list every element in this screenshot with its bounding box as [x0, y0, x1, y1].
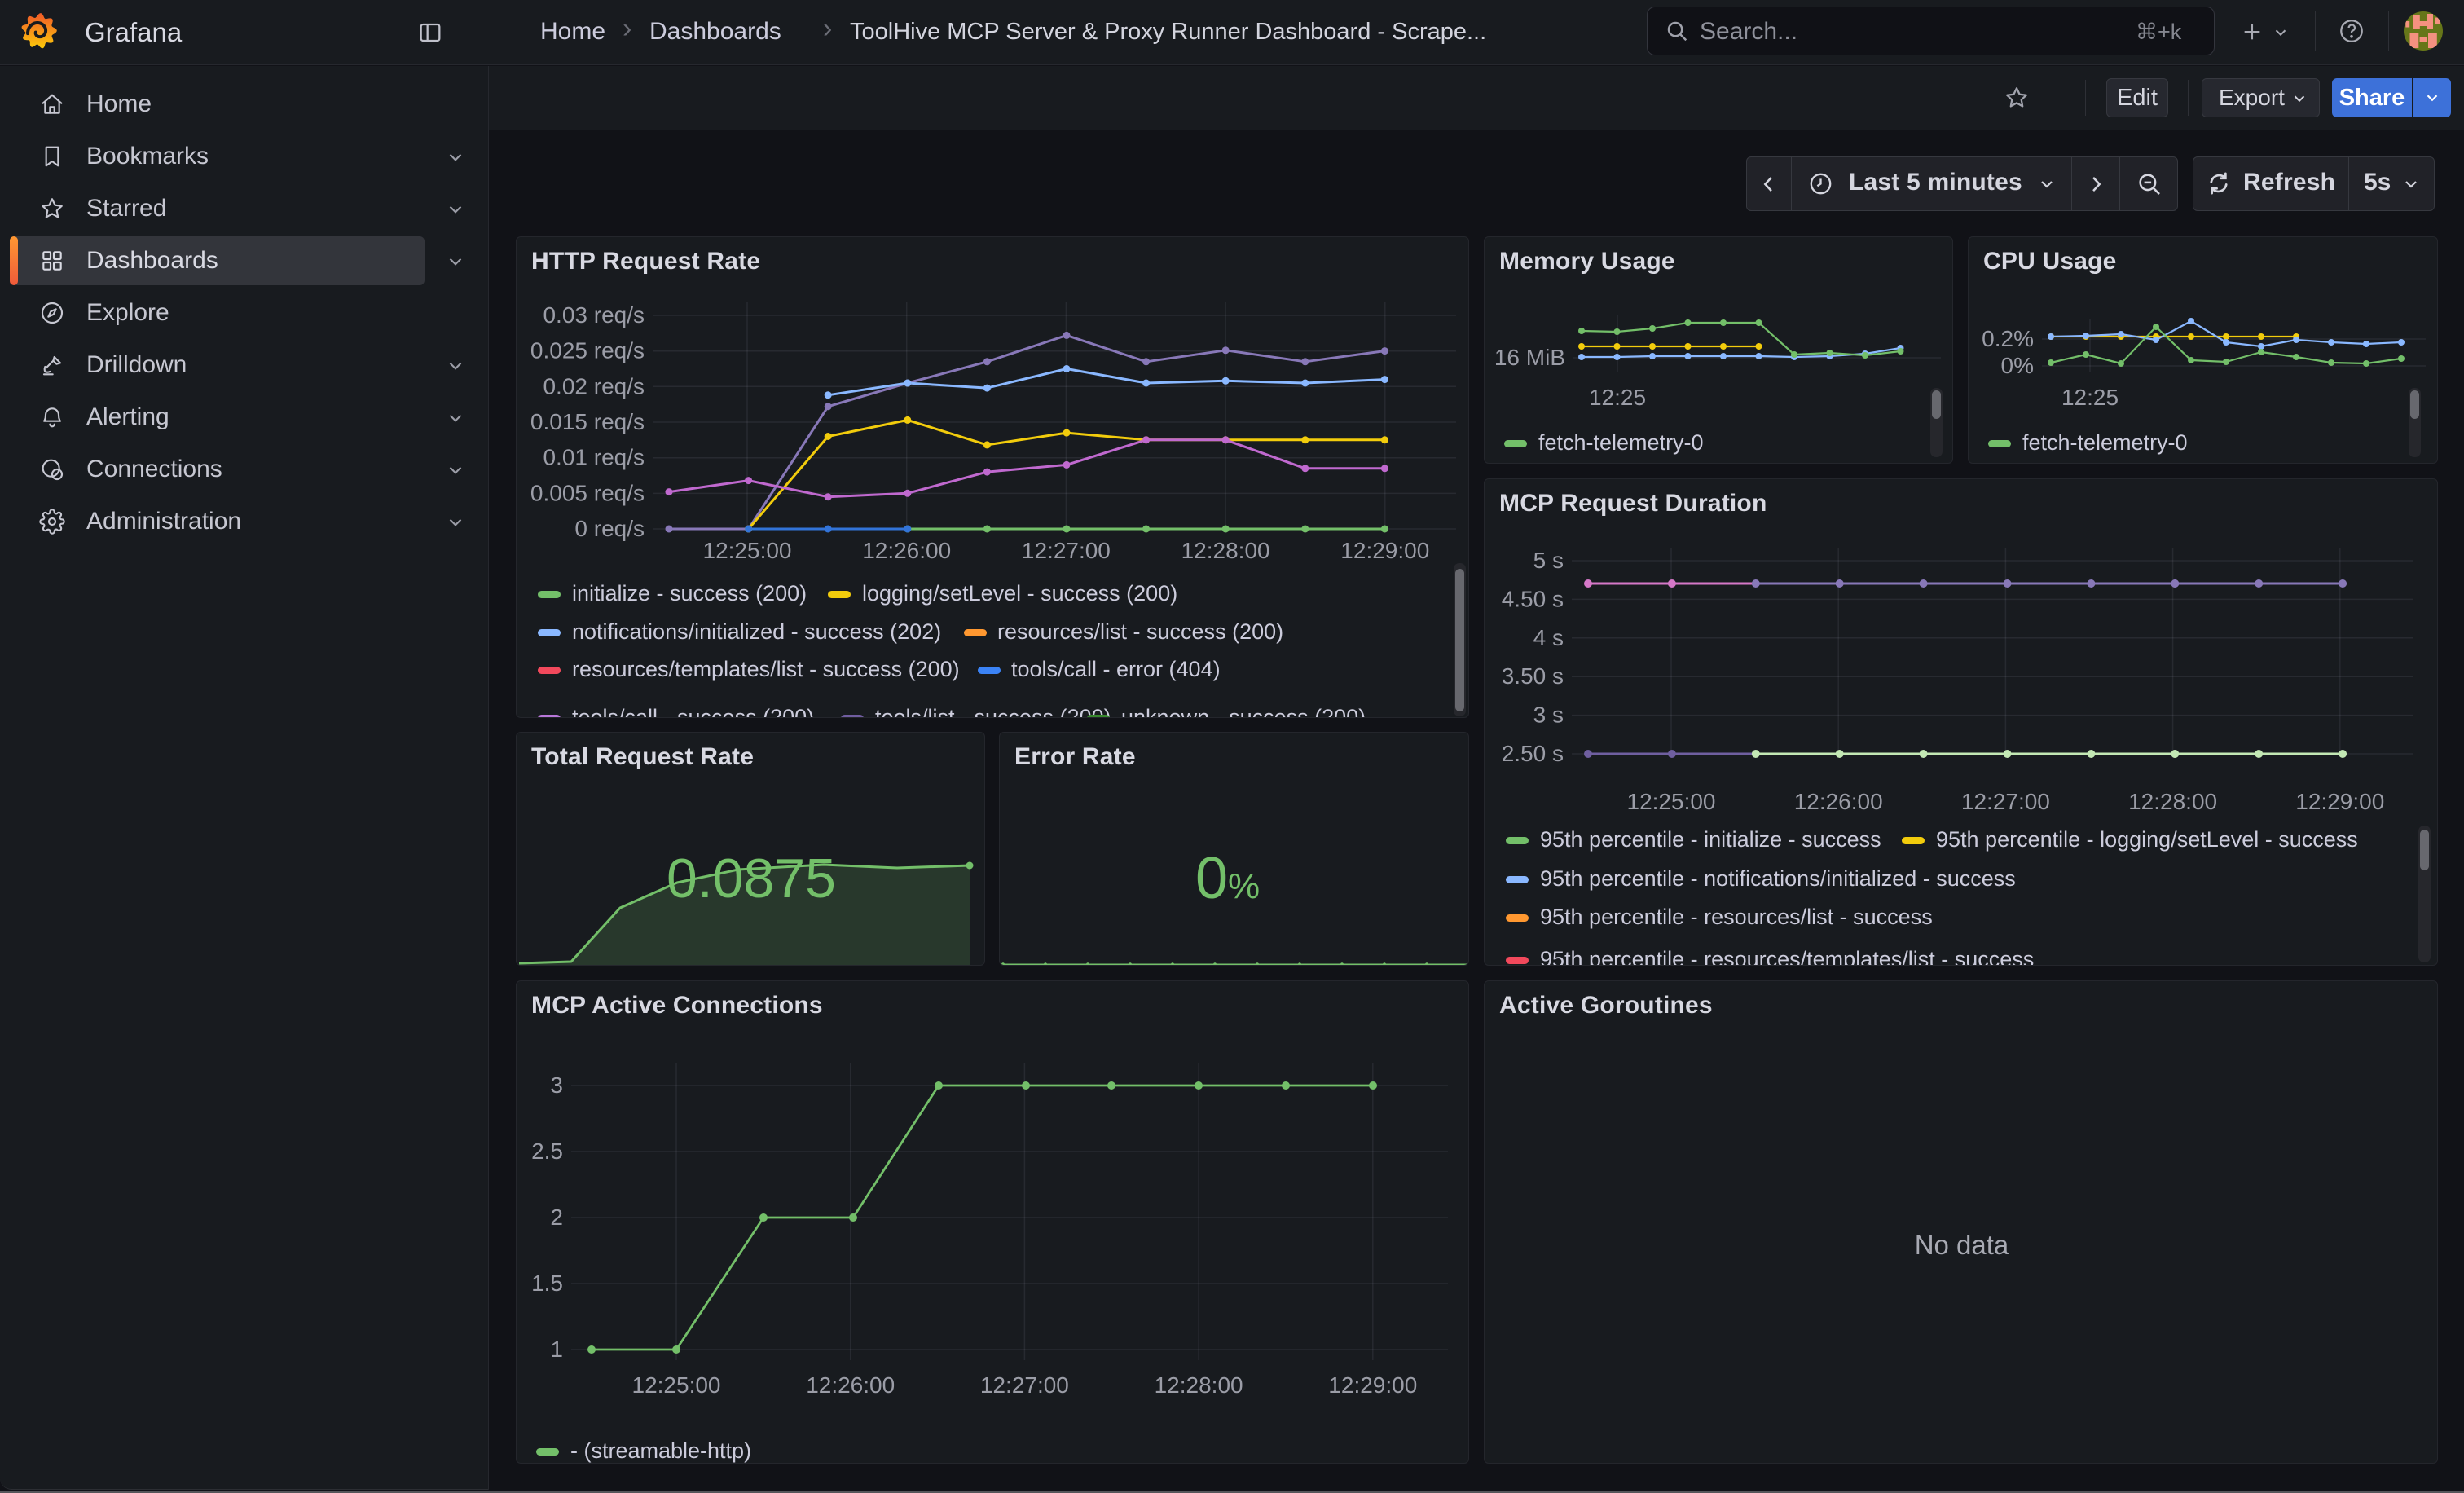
svg-text:4.50 s: 4.50 s	[1502, 586, 1564, 611]
svg-text:5 s: 5 s	[1533, 548, 1564, 573]
svg-text:12:26:00: 12:26:00	[862, 538, 951, 563]
svg-text:0.025 req/s: 0.025 req/s	[530, 338, 645, 363]
svg-text:12:27:00: 12:27:00	[980, 1372, 1069, 1398]
svg-text:1.5: 1.5	[531, 1271, 563, 1296]
svg-text:0%: 0%	[2001, 353, 2034, 378]
svg-text:0.03 req/s: 0.03 req/s	[543, 302, 645, 328]
svg-text:12:29:00: 12:29:00	[1340, 538, 1429, 563]
svg-text:0.015 req/s: 0.015 req/s	[530, 409, 645, 434]
svg-text:3: 3	[550, 1072, 563, 1098]
svg-text:12:25:00: 12:25:00	[632, 1372, 721, 1398]
svg-text:3 s: 3 s	[1533, 702, 1564, 728]
svg-text:0.02 req/s: 0.02 req/s	[543, 373, 645, 399]
svg-text:2: 2	[550, 1205, 563, 1230]
svg-text:12:25:00: 12:25:00	[703, 538, 792, 563]
svg-text:12:28:00: 12:28:00	[1155, 1372, 1243, 1398]
svg-text:0.005 req/s: 0.005 req/s	[530, 480, 645, 505]
svg-text:12:29:00: 12:29:00	[1328, 1372, 1417, 1398]
svg-text:2.5: 2.5	[531, 1138, 563, 1164]
svg-text:3.50 s: 3.50 s	[1502, 663, 1564, 689]
svg-text:0 req/s: 0 req/s	[574, 516, 645, 541]
svg-text:0.01 req/s: 0.01 req/s	[543, 445, 645, 470]
svg-text:12:28:00: 12:28:00	[1181, 538, 1270, 563]
svg-text:12:25: 12:25	[2061, 385, 2119, 410]
svg-text:12:27:00: 12:27:00	[1961, 789, 2050, 814]
svg-text:0.2%: 0.2%	[1982, 326, 2034, 351]
svg-text:1: 1	[550, 1337, 563, 1362]
svg-text:12:27:00: 12:27:00	[1022, 538, 1111, 563]
svg-text:12:28:00: 12:28:00	[2128, 789, 2217, 814]
svg-text:4 s: 4 s	[1533, 625, 1564, 650]
svg-text:12:25: 12:25	[1589, 385, 1646, 410]
svg-text:12:25:00: 12:25:00	[1627, 789, 1716, 814]
svg-text:16 MiB: 16 MiB	[1494, 345, 1565, 370]
svg-text:12:29:00: 12:29:00	[2295, 789, 2384, 814]
svg-text:12:26:00: 12:26:00	[806, 1372, 895, 1398]
svg-text:12:26:00: 12:26:00	[1794, 789, 1883, 814]
svg-text:2.50 s: 2.50 s	[1502, 741, 1564, 766]
